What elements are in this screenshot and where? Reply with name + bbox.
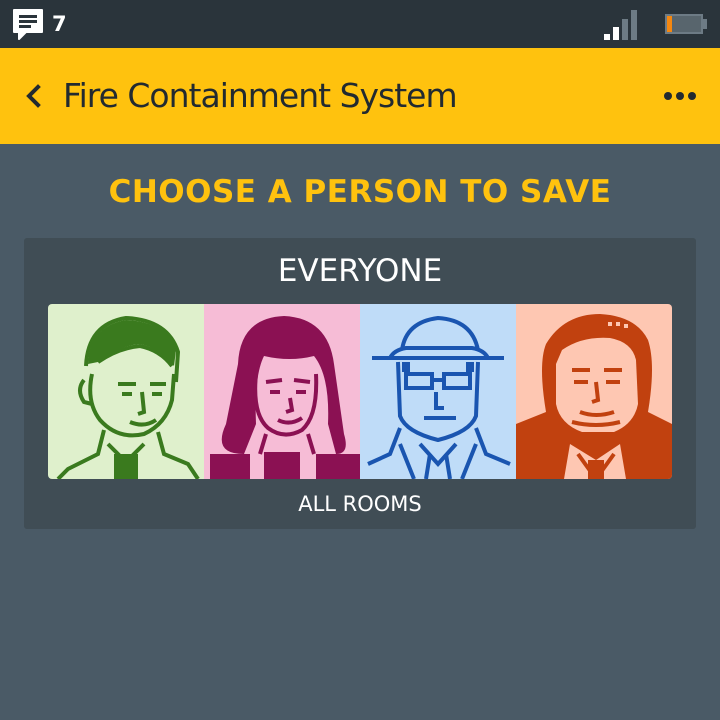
battery-low-icon bbox=[665, 14, 707, 34]
signal-icon bbox=[604, 10, 637, 40]
option-title: EVERYONE bbox=[277, 253, 443, 289]
page-heading: CHOOSE A PERSON TO SAVE bbox=[108, 174, 612, 210]
portrait-man-green-image bbox=[48, 304, 204, 479]
portrait-woman-pink-image bbox=[204, 304, 360, 479]
more-horizontal-icon[interactable] bbox=[652, 72, 708, 120]
portrait-man-blue bbox=[360, 304, 516, 479]
portrait-woman-pink bbox=[204, 304, 360, 479]
portrait-man-green bbox=[48, 304, 204, 479]
app-bar: Fire Containment System bbox=[0, 48, 720, 144]
portrait-man-orange-image bbox=[516, 304, 672, 479]
portrait-man-blue-image bbox=[360, 304, 516, 479]
message-icon bbox=[13, 9, 43, 40]
option-subtitle: ALL ROOMS bbox=[298, 492, 422, 516]
portrait-strip bbox=[48, 304, 672, 479]
option-card-everyone[interactable]: EVERYONE ALL ROOMS bbox=[24, 238, 696, 529]
portrait-man-orange bbox=[516, 304, 672, 479]
status-bar: 7 bbox=[0, 0, 720, 48]
notification-count: 7 bbox=[52, 12, 67, 36]
app-title: Fire Containment System bbox=[63, 76, 458, 115]
chevron-left-icon[interactable] bbox=[10, 72, 58, 120]
